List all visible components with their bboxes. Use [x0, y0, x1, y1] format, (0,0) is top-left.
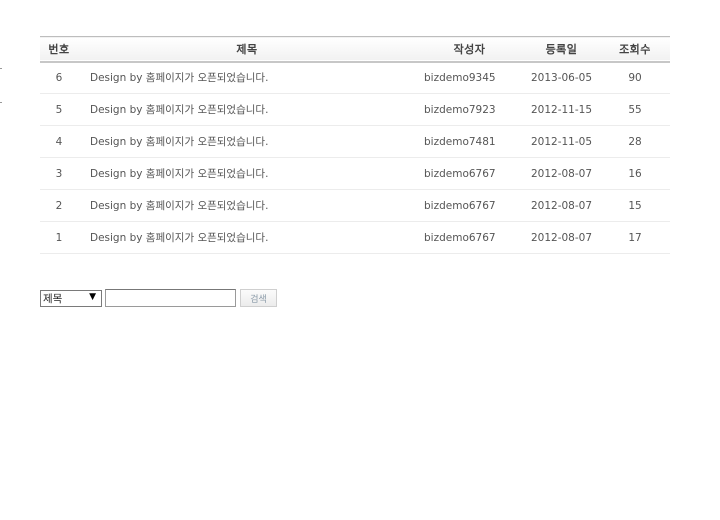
- caret-down-icon: ▼: [89, 291, 96, 302]
- post-number: 6: [55, 71, 63, 84]
- post-title-link[interactable]: Design by 홈페이지가 오픈되었습니다.: [90, 72, 268, 84]
- post-date: 2012-11-05: [530, 135, 593, 148]
- search-field-selected-value: 제목: [43, 292, 63, 305]
- table-row: 6 Design by 홈페이지가 오픈되었습니다. bizdemo9345 2…: [40, 62, 670, 94]
- post-hits: 16: [628, 167, 642, 180]
- board-table: 번호 제목 작성자 등록일 조회수 6 Design by 홈페이지가 오픈되었…: [40, 36, 670, 254]
- post-title-link[interactable]: Design by 홈페이지가 오픈되었습니다.: [90, 232, 268, 244]
- search-field-select[interactable]: 제목 ▼: [40, 289, 102, 307]
- post-title-link[interactable]: Design by 홈페이지가 오픈되었습니다.: [90, 104, 268, 116]
- post-author: bizdemo6767: [424, 199, 496, 212]
- post-number: 3: [55, 167, 63, 180]
- post-number: 4: [55, 135, 63, 148]
- post-hits: 55: [628, 103, 642, 116]
- search-keyword-input[interactable]: [105, 289, 236, 307]
- post-title-link[interactable]: Design by 홈페이지가 오픈되었습니다.: [90, 168, 268, 180]
- column-header-title: 제목: [236, 42, 258, 56]
- column-header-author: 작성자: [453, 42, 486, 56]
- table-row: 4 Design by 홈페이지가 오픈되었습니다. bizdemo7481 2…: [40, 126, 670, 158]
- board-list: 번호 제목 작성자 등록일 조회수 6 Design by 홈페이지가 오픈되었…: [40, 36, 670, 254]
- post-hits: 17: [628, 231, 642, 244]
- post-author: bizdemo6767: [424, 167, 496, 180]
- post-number: 1: [55, 231, 63, 244]
- post-date: 2013-06-05: [530, 71, 593, 84]
- post-author: bizdemo6767: [424, 231, 496, 244]
- column-header-date: 등록일: [545, 42, 578, 56]
- column-header-hits: 조회수: [619, 42, 651, 56]
- edge-mark: [0, 68, 2, 69]
- table-row: 3 Design by 홈페이지가 오픈되었습니다. bizdemo6767 2…: [40, 158, 670, 190]
- edge-mark: [0, 102, 2, 103]
- search-button[interactable]: 검색: [240, 289, 277, 307]
- post-author: bizdemo7923: [424, 103, 496, 116]
- post-number: 5: [55, 103, 63, 116]
- post-hits: 15: [628, 199, 642, 212]
- table-row: 5 Design by 홈페이지가 오픈되었습니다. bizdemo7923 2…: [40, 94, 670, 126]
- post-title-link[interactable]: Design by 홈페이지가 오픈되었습니다.: [90, 136, 268, 148]
- post-number: 2: [55, 199, 63, 212]
- post-date: 2012-08-07: [530, 167, 593, 180]
- table-header-row: 번호 제목 작성자 등록일 조회수: [40, 36, 670, 62]
- search-bar: 제목 ▼ 검색: [40, 289, 277, 307]
- post-author: bizdemo9345: [424, 71, 496, 84]
- column-header-num: 번호: [48, 42, 70, 56]
- post-date: 2012-11-15: [530, 103, 593, 116]
- post-hits: 90: [628, 71, 642, 84]
- post-date: 2012-08-07: [530, 231, 593, 244]
- table-row: 1 Design by 홈페이지가 오픈되었습니다. bizdemo6767 2…: [40, 222, 670, 254]
- post-author: bizdemo7481: [424, 135, 496, 148]
- post-date: 2012-08-07: [530, 199, 593, 212]
- post-title-link[interactable]: Design by 홈페이지가 오픈되었습니다.: [90, 200, 268, 212]
- post-hits: 28: [628, 135, 642, 148]
- table-row: 2 Design by 홈페이지가 오픈되었습니다. bizdemo6767 2…: [40, 190, 670, 222]
